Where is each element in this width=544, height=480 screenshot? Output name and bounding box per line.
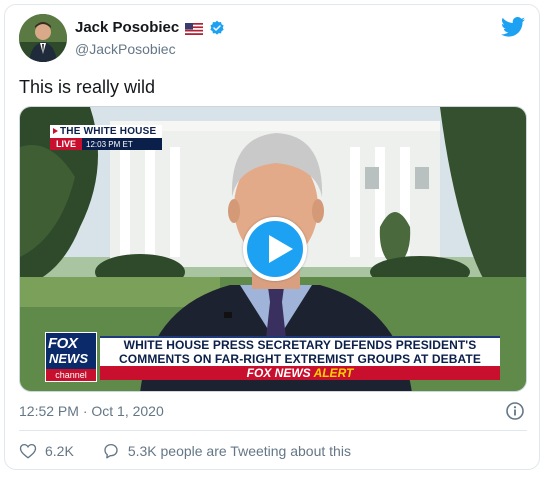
location-label: THE WHITE HOUSE	[50, 125, 162, 138]
avatar-image	[19, 14, 67, 62]
us-flag-icon	[185, 22, 204, 35]
fox-news-logo: FOX NEWS channel	[45, 332, 97, 382]
tweet-actions: 6.2K 5.3K people are Tweeting about this	[19, 442, 351, 460]
conversation-text: 5.3K people are Tweeting about this	[127, 443, 351, 459]
alert-word: ALERT	[313, 366, 354, 380]
headline-box: WHITE HOUSE PRESS SECRETARY DEFENDS PRES…	[100, 336, 500, 366]
live-time: 12:03 PM ET	[82, 138, 162, 150]
like-count: 6.2K	[45, 443, 74, 459]
alert-prefix: FOX NEWS	[246, 366, 311, 380]
tweet-card: Jack Posobiec @JackPosobiec This is real…	[4, 4, 540, 470]
video-player[interactable]: THE WHITE HOUSE LIVE 12:03 PM ET FOX NEW…	[19, 106, 527, 392]
play-button[interactable]	[243, 217, 307, 281]
display-name[interactable]: Jack Posobiec	[75, 19, 179, 36]
divider	[19, 430, 527, 431]
tweet-text: This is really wild	[19, 77, 156, 97]
live-label: LIVE	[50, 138, 83, 150]
logo-news-text: NEWS	[49, 351, 88, 366]
avatar[interactable]	[19, 14, 67, 62]
heart-icon	[19, 443, 37, 459]
logo-fox-text: FOX	[48, 335, 78, 352]
lower-third: FOX NEWS channel WHITE HOUSE PRESS SECRE…	[45, 332, 500, 382]
alert-bar: FOX NEWS ALERT	[100, 366, 500, 380]
logo-channel-text: channel	[46, 369, 96, 381]
location-banner: THE WHITE HOUSE LIVE 12:03 PM ET	[50, 125, 162, 150]
conversation-action[interactable]: 5.3K people are Tweeting about this	[102, 442, 351, 460]
headline-line-2: COMMENTS ON FAR-RIGHT EXTREMIST GROUPS A…	[119, 352, 481, 366]
like-action[interactable]: 6.2K	[19, 442, 74, 460]
play-icon	[269, 235, 293, 263]
verified-badge-icon	[209, 20, 225, 36]
live-row: LIVE 12:03 PM ET	[50, 138, 162, 150]
reply-bubble-icon	[104, 443, 118, 459]
name-row: Jack Posobiec	[75, 19, 225, 36]
twitter-bird-icon[interactable]	[501, 17, 525, 37]
info-icon[interactable]	[505, 401, 525, 421]
headline-line-1: WHITE HOUSE PRESS SECRETARY DEFENDS PRES…	[123, 338, 477, 352]
user-handle[interactable]: @JackPosobiec	[75, 41, 176, 57]
tweet-timestamp[interactable]: 12:52 PM · Oct 1, 2020	[19, 403, 164, 419]
